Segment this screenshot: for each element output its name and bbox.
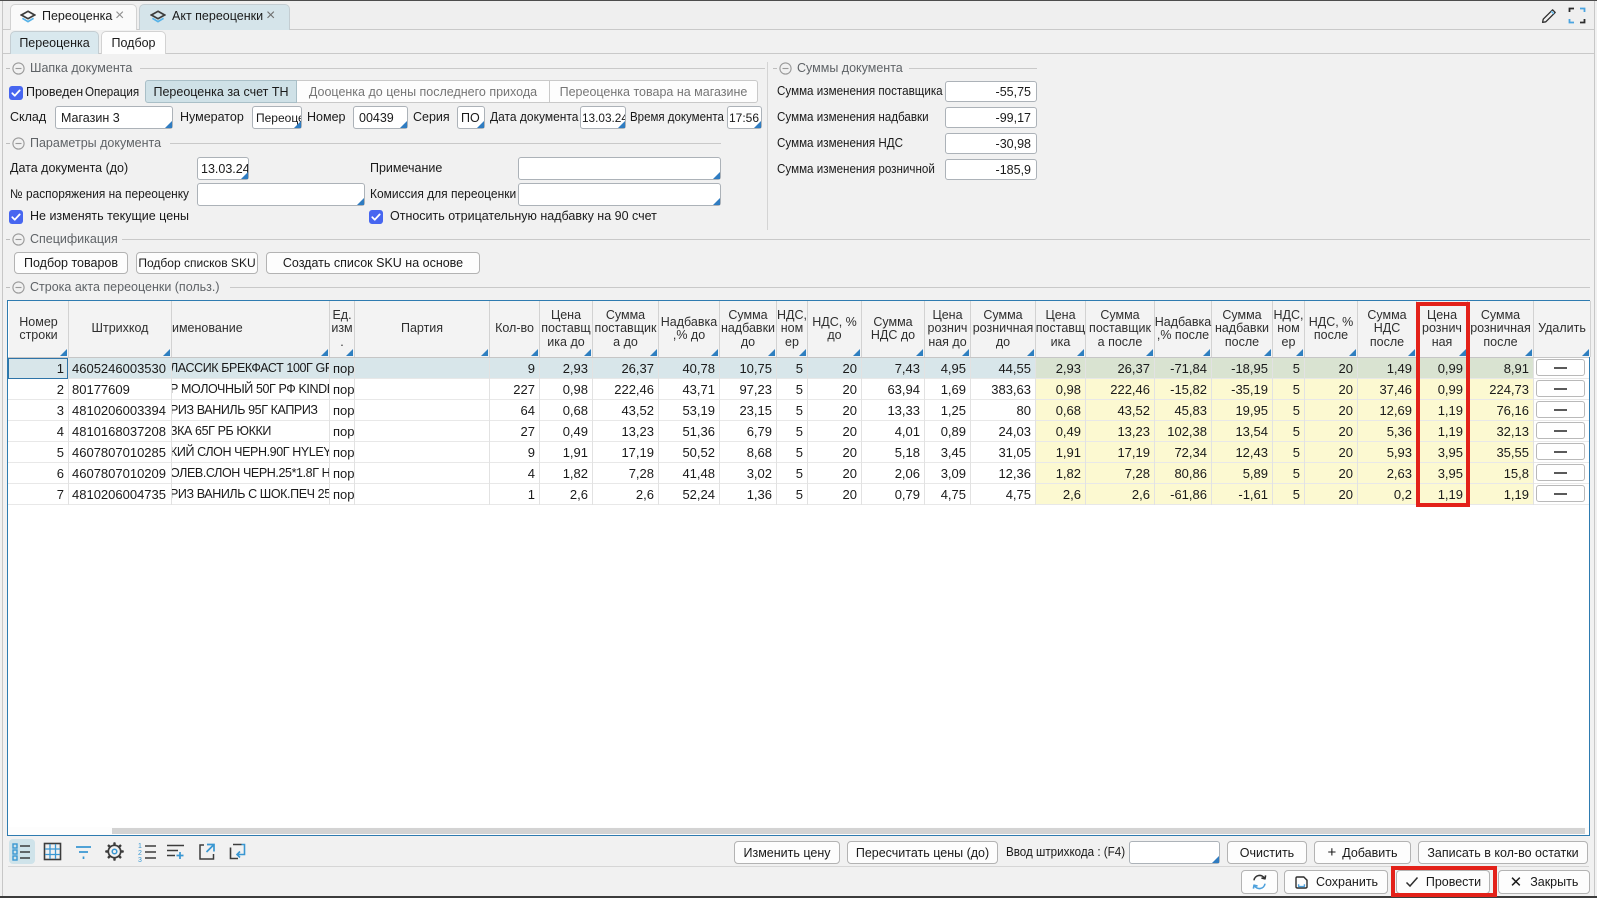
svg-text:2: 2 <box>138 850 142 857</box>
svg-text:1: 1 <box>138 843 142 850</box>
svg-text:3: 3 <box>138 857 142 862</box>
